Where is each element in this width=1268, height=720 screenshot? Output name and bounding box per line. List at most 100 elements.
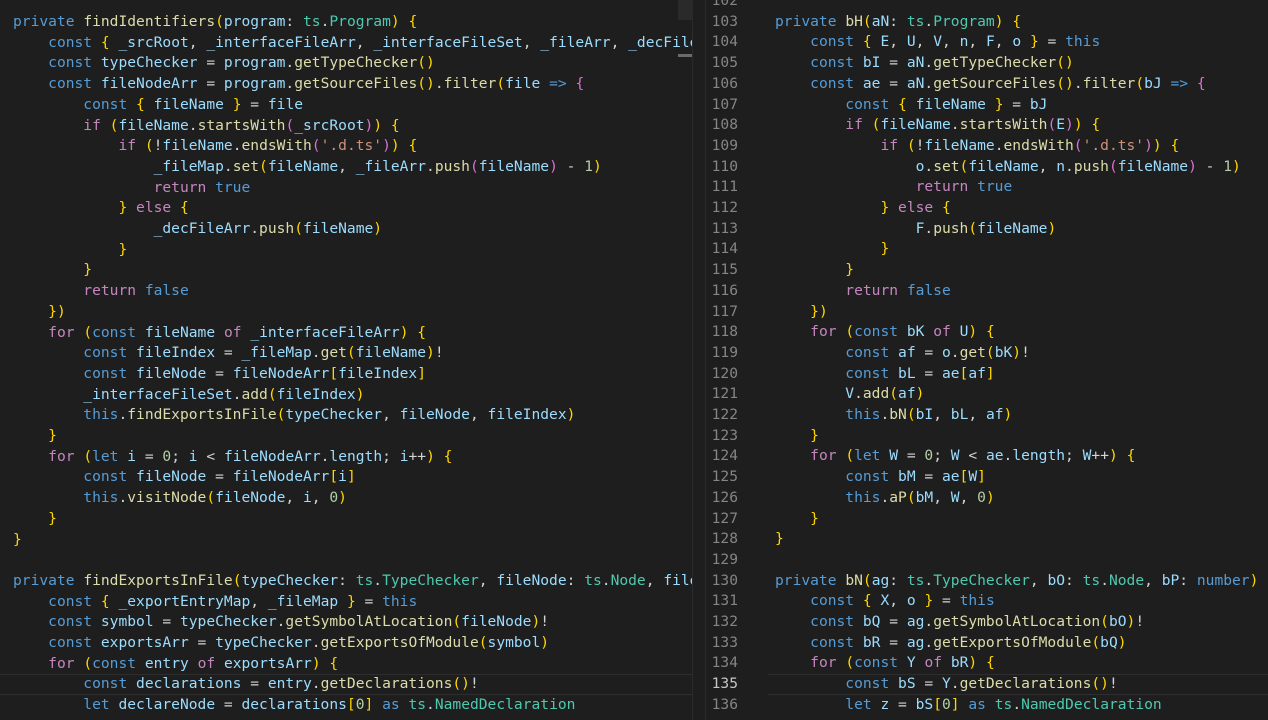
code-line[interactable]: 114 }: [706, 239, 1268, 260]
code-line[interactable]: 106 const ae = aN.getSourceFiles().filte…: [706, 74, 1268, 95]
code-line[interactable]: 104 const { E, U, V, n, F, o } = this: [706, 32, 1268, 53]
code-line[interactable]: 130 private bN(ag: ts.TypeChecker, bO: ts…: [706, 571, 1268, 592]
code-line[interactable]: 102: [706, 0, 1268, 12]
code-line[interactable]: 125 const bM = ae[W]: [706, 467, 1268, 488]
code-line[interactable]: 126 this.aP(bM, W, 0): [706, 488, 1268, 509]
code-line[interactable]: }: [0, 426, 692, 447]
code-line[interactable]: return false: [0, 281, 692, 302]
code-line[interactable]: 131 const { X, o } = this: [706, 591, 1268, 612]
code-line[interactable]: }: [0, 530, 692, 551]
code-line[interactable]: 111 return true: [706, 177, 1268, 198]
code-line[interactable]: 133 const bR = ag.getExportsOfModule(bQ): [706, 633, 1268, 654]
code-line[interactable]: 107 const { fileName } = bJ: [706, 95, 1268, 116]
code-line[interactable]: 128}: [706, 529, 1268, 550]
line-number: 118: [711, 323, 738, 341]
code-line[interactable]: }: [0, 240, 692, 261]
code-text: V.add(af): [845, 385, 925, 403]
code-line[interactable]: const { _srcRoot, _interfaceFileArr, _in…: [0, 33, 692, 54]
code-line[interactable]: const { _exportEntryMap, _fileMap } = th…: [0, 592, 692, 613]
code-line[interactable]: 105 const bI = aN.getTypeChecker(): [706, 53, 1268, 74]
line-number: 102: [711, 0, 738, 9]
right-editor-pane[interactable]: 102 103 private bH(aN: ts.Program) {104 co…: [706, 0, 1268, 720]
code-line[interactable]: _interfaceFileSet.add(fileIndex): [0, 385, 692, 406]
code-line[interactable]: private findIdentifiers(program: ts.Prog…: [0, 12, 692, 33]
line-number: 131: [711, 592, 738, 610]
code-line[interactable]: 117 }): [706, 302, 1268, 323]
code-text: F.push(fileName): [915, 219, 1057, 237]
code-text: const { E, U, V, n, F, o } = this: [810, 33, 1101, 51]
code-line[interactable]: 115 }: [706, 260, 1268, 281]
code-line[interactable]: this.findExportsInFile(typeChecker, file…: [0, 405, 692, 426]
code-line[interactable]: 108 if (fileName.startsWith(E)) {: [706, 115, 1268, 136]
code-line[interactable]: [0, 550, 692, 571]
code-text: private findExportsInFile(typeChecker: t…: [13, 571, 692, 589]
code-line[interactable]: 118 for (const bK of U) {: [706, 322, 1268, 343]
line-number: 120: [711, 364, 738, 382]
code-line[interactable]: if (!fileName.endsWith('.d.ts')) {: [0, 136, 692, 157]
code-line[interactable]: private findExportsInFile(typeChecker: t…: [0, 571, 692, 592]
code-line[interactable]: 110 o.set(fileName, n.push(fileName) - 1…: [706, 157, 1268, 178]
code-line[interactable]: 135 const bS = Y.getDeclarations()!: [706, 674, 1268, 695]
code-text: }: [48, 509, 57, 527]
line-number: 110: [711, 157, 738, 175]
code-text: const typeChecker = program.getTypeCheck…: [48, 54, 435, 72]
code-line[interactable]: return true: [0, 178, 692, 199]
line-number: 106: [711, 74, 738, 92]
code-line[interactable]: 120 const bL = ae[af]: [706, 364, 1268, 385]
code-text: const ae = aN.getSourceFiles().filter(bJ…: [810, 74, 1206, 92]
code-line[interactable]: for (let i = 0; i < fileNodeArr.length; …: [0, 447, 692, 468]
code-line[interactable]: 124 for (let W = 0; W < ae.length; W++) …: [706, 446, 1268, 467]
code-line[interactable]: const fileNodeArr = program.getSourceFil…: [0, 74, 692, 95]
code-line[interactable]: 127 }: [706, 509, 1268, 530]
code-line[interactable]: const { fileName } = file: [0, 95, 692, 116]
code-line[interactable]: } else {: [0, 198, 692, 219]
code-line[interactable]: let declareNode = declarations[0] as ts.…: [0, 695, 692, 716]
code-text: _fileMap.set(fileName, _fileArr.push(fil…: [153, 157, 602, 175]
code-line[interactable]: for (const fileName of _interfaceFileArr…: [0, 323, 692, 344]
code-text: const af = o.get(bK)!: [845, 343, 1030, 361]
code-line[interactable]: 129: [706, 550, 1268, 571]
code-line[interactable]: const typeChecker = program.getTypeCheck…: [0, 53, 692, 74]
code-line[interactable]: for (const entry of exportsArr) {: [0, 654, 692, 675]
code-text: this.bN(bI, bL, af): [845, 406, 1013, 423]
code-line[interactable]: _fileMap.set(fileName, _fileArr.push(fil…: [0, 157, 692, 178]
code-text: if (!fileName.endsWith('.d.ts')) {: [118, 137, 418, 155]
code-line[interactable]: 112 } else {: [706, 198, 1268, 219]
code-text: this.findExportsInFile(typeChecker, file…: [83, 406, 576, 424]
code-text: const bL = ae[af]: [845, 364, 995, 382]
code-text: }: [810, 509, 819, 527]
code-line[interactable]: }): [0, 302, 692, 323]
code-text: const bI = aN.getTypeChecker(): [810, 54, 1074, 72]
code-line[interactable]: _decFileArr.push(fileName): [0, 219, 692, 240]
code-text: private bH(aN: ts.Program) {: [775, 12, 1022, 30]
code-line[interactable]: }: [0, 260, 692, 281]
code-line[interactable]: 136 let z = bS[0] as ts.NamedDeclaration: [706, 695, 1268, 716]
code-line[interactable]: 119 const af = o.get(bK)!: [706, 343, 1268, 364]
code-line[interactable]: 134 for (const Y of bR) {: [706, 653, 1268, 674]
line-number: 116: [711, 281, 738, 299]
code-line[interactable]: 109 if (!fileName.endsWith('.d.ts')) {: [706, 136, 1268, 157]
left-editor-pane[interactable]: private findIdentifiers(program: ts.Prog…: [0, 0, 692, 720]
code-line[interactable]: if (fileName.startsWith(_srcRoot)) {: [0, 116, 692, 137]
code-line[interactable]: const fileIndex = _fileMap.get(fileName)…: [0, 343, 692, 364]
split-divider[interactable]: [692, 0, 706, 720]
code-line[interactable]: const exportsArr = typeChecker.getExport…: [0, 633, 692, 654]
code-text: const fileIndex = _fileMap.get(fileName)…: [83, 344, 444, 362]
code-line[interactable]: 113 F.push(fileName): [706, 219, 1268, 240]
code-text: }: [845, 261, 855, 279]
code-line[interactable]: const symbol = typeChecker.getSymbolAtLo…: [0, 612, 692, 633]
code-line[interactable]: 122 this.bN(bI, bL, af): [706, 405, 1268, 426]
code-line[interactable]: const declarations = entry.getDeclaratio…: [0, 674, 692, 695]
code-line[interactable]: 116 return false: [706, 281, 1268, 302]
code-text: for (let i = 0; i < fileNodeArr.length; …: [48, 447, 453, 465]
scrollbar-thumb[interactable]: [678, 0, 692, 20]
code-line[interactable]: this.visitNode(fileNode, i, 0): [0, 488, 692, 509]
code-line[interactable]: 103 private bH(aN: ts.Program) {: [706, 12, 1268, 33]
code-line[interactable]: }: [0, 509, 692, 530]
code-line[interactable]: 123 }: [706, 426, 1268, 447]
code-line[interactable]: 132 const bQ = ag.getSymbolAtLocation(bO…: [706, 612, 1268, 633]
code-line[interactable]: const fileNode = fileNodeArr[i]: [0, 467, 692, 488]
code-line[interactable]: const fileNode = fileNodeArr[fileIndex]: [0, 364, 692, 385]
code-text: const { _srcRoot, _interfaceFileArr, _in…: [48, 33, 692, 51]
code-line[interactable]: 121 V.add(af): [706, 384, 1268, 405]
